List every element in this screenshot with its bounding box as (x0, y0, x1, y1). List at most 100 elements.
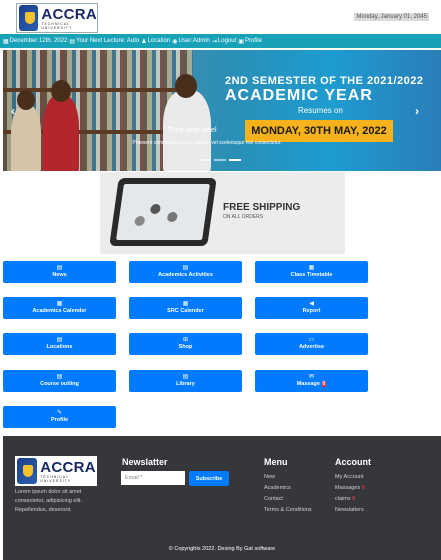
account-title: Account (335, 457, 371, 467)
carousel-next-icon[interactable]: › (415, 104, 419, 118)
profile-link[interactable]: Profile (245, 38, 262, 44)
tile-label-row: Massage 0 (297, 381, 327, 388)
academics-activities-button[interactable]: ▤ Academics Activities (129, 261, 242, 283)
tile-label: News (52, 272, 67, 278)
subscribe-button[interactable]: Subscribe (189, 471, 229, 486)
report-button[interactable]: ◀ Report (255, 297, 368, 319)
tile-label: Class Timetable (290, 272, 333, 278)
tile-label: Advertise (298, 344, 325, 350)
carousel-prev-icon[interactable]: ‹ (11, 104, 15, 118)
carousel-caption-text: Praesent commodo cursus magna, vel scele… (132, 140, 282, 146)
footer-massages-label: Massages (335, 485, 361, 491)
ad-title: FREE SHIPPING (223, 202, 301, 213)
footer-menu-contact[interactable]: Contact (264, 494, 312, 505)
next-lecture[interactable]: Your Next Lecture: Auto (76, 38, 139, 44)
tablet-screen (116, 184, 210, 240)
cart-icon: ⊞ (182, 337, 189, 343)
footer-newslatters[interactable]: Newslatters (335, 505, 365, 516)
display-icon: ▭ (308, 337, 315, 343)
logout-link[interactable]: Logout (218, 38, 236, 44)
tablet-image (109, 178, 217, 246)
profile-icon: ▣ (238, 38, 244, 45)
calendar-icon: ▦ (56, 301, 63, 307)
tile-label: Report (302, 308, 321, 314)
carousel-indicators (199, 159, 241, 161)
locations-button[interactable]: ▤ Locations (3, 333, 116, 355)
tile-label: Profile (50, 417, 69, 423)
location-icon: ♟ (141, 38, 147, 45)
student-head (175, 74, 197, 98)
carousel-caption-title: Third slide label (167, 127, 217, 134)
info-bar: ▦ December 12th, 2022 ▤ Your Next Lectur… (0, 34, 441, 48)
send-icon: ◀ (309, 301, 314, 307)
course-outling-button[interactable]: ▤ Course outling (3, 370, 116, 392)
carousel-indicator[interactable] (214, 159, 226, 161)
footer-about: Lorem ipsum dolor sit amet consectetur, … (15, 489, 82, 513)
hero-carousel[interactable]: 2ND SEMESTER OF THE 2021/2022 ACADEMIC Y… (3, 50, 441, 171)
student-head (17, 90, 35, 110)
logo-title: ACCRA (41, 5, 97, 23)
map-icon: ▤ (56, 337, 63, 343)
tile-label: Locations (46, 344, 73, 350)
free-shipping-ad[interactable]: FREE SHIPPING ON ALL ORDERS (100, 172, 345, 254)
advertise-button[interactable]: ▭ Advertise (255, 333, 368, 355)
newsletter-title: Newslatter (122, 457, 168, 467)
tile-label: SRC Calender (167, 308, 204, 314)
site-footer: ACCRA TECHNICAL UNIVERSITY Lorem ipsum d… (3, 436, 441, 560)
footer-massages[interactable]: Massages 0 (335, 483, 365, 494)
envelope-icon: ✉ (308, 374, 315, 380)
massage-button[interactable]: ✉ Massage 0 (255, 370, 368, 392)
tile-label: Library (176, 381, 195, 387)
copyright: © Copyrights 2022. Desing By Gat softwar… (168, 546, 276, 552)
list-icon: ▤ (182, 265, 189, 271)
user-link[interactable]: User:Admin (179, 38, 210, 44)
calendar-icon: ▦ (308, 265, 315, 271)
menu-title: Menu (264, 457, 288, 467)
footer-menu: New Academics Contact Terms & Conditions (264, 472, 312, 516)
shop-button[interactable]: ⊞ Shop (129, 333, 242, 355)
book-icon: ▤ (182, 374, 189, 380)
calendar-icon: ▦ (3, 38, 9, 45)
crest-icon (19, 5, 39, 31)
info-date: December 12th, 2022 (9, 38, 68, 44)
edit-icon: ✎ (56, 410, 63, 416)
footer-account: My Account Massages 0 claims 0 Newslatte… (335, 472, 365, 516)
tile-label: Massage (296, 381, 320, 387)
logout-icon: ⇥ (211, 38, 217, 45)
message-count-badge: 0 (321, 381, 327, 387)
carousel-indicator[interactable] (229, 159, 241, 161)
footer-menu-terms[interactable]: Terms & Conditions (264, 505, 312, 516)
class-timetable-button[interactable]: ▦ Class Timetable (255, 261, 368, 283)
tile-label: Shop (178, 344, 193, 350)
location-link[interactable]: Location (148, 38, 171, 44)
calendar-icon: ▦ (182, 301, 189, 307)
footer-menu-academics[interactable]: Academics (264, 483, 312, 494)
tile-label: Academics Activities (158, 272, 213, 278)
src-calender-button[interactable]: ▦ SRC Calender (129, 297, 242, 319)
footer-claims[interactable]: claims 0 (335, 494, 365, 505)
library-button[interactable]: ▤ Library (129, 370, 242, 392)
academics-calender-button[interactable]: ▦ Academics Calender (3, 297, 116, 319)
top-header: ACCRA TECHNICAL UNIVERSITY Monday, Janua… (0, 0, 441, 34)
footer-logo[interactable]: ACCRA TECHNICAL UNIVERSITY (15, 456, 97, 486)
student-figure (11, 105, 41, 171)
crest-icon (17, 458, 38, 484)
footer-my-account[interactable]: My Account (335, 472, 365, 483)
footer-logo-title: ACCRA (40, 458, 96, 476)
ad-subtitle: ON ALL ORDERS (223, 214, 264, 220)
user-icon: ◉ (172, 38, 178, 45)
massages-count: 0 (361, 485, 365, 491)
carousel-indicator[interactable] (199, 159, 211, 161)
news-button[interactable]: ▤ News (3, 261, 116, 283)
claims-count: 0 (352, 496, 356, 502)
footer-menu-new[interactable]: New (264, 472, 312, 483)
lecture-icon: ▤ (69, 38, 76, 45)
slide-headline: ACADEMIC YEAR (225, 87, 373, 104)
logo-subtitle: TECHNICAL UNIVERSITY (41, 21, 73, 30)
slide-semester: 2ND SEMESTER OF THE 2021/2022 (225, 75, 424, 87)
profile-button[interactable]: ✎ Profile (3, 406, 116, 428)
footer-logo-subtitle: TECHNICAL UNIVERSITY (40, 474, 72, 483)
book-icon: ▤ (56, 374, 63, 380)
newsletter-email-input[interactable] (121, 471, 185, 485)
site-logo[interactable]: ACCRA TECHNICAL UNIVERSITY (16, 3, 98, 33)
